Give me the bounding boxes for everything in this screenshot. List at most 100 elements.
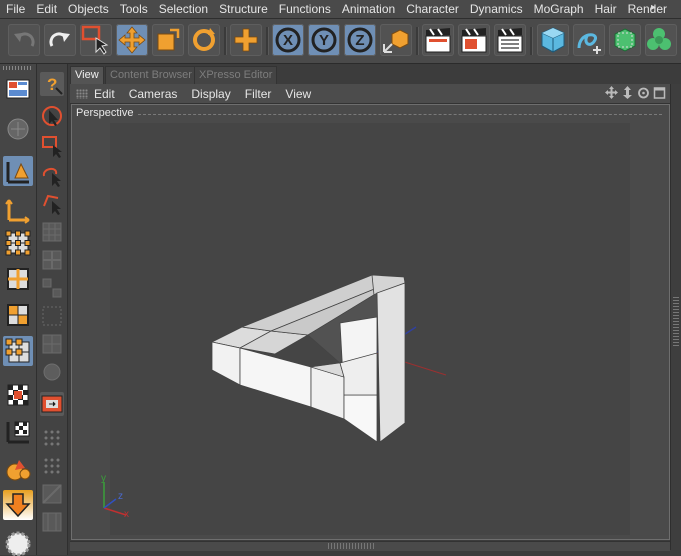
workplane-mode-icon: [6, 421, 30, 444]
workplane-mode-button[interactable]: [3, 416, 33, 446]
axis-gizmo: y z x: [101, 473, 129, 520]
menu-selection[interactable]: Selection: [153, 2, 213, 16]
rectangle-selection-button[interactable]: [40, 134, 64, 158]
menu-character[interactable]: Character: [400, 2, 464, 16]
menu-dynamics[interactable]: Dynamics: [464, 2, 528, 16]
menu-mograph[interactable]: MoGraph: [528, 2, 589, 16]
menu-overflow-arrow[interactable]: ▸: [645, 2, 661, 13]
penrose-triangle-object[interactable]: [210, 274, 406, 443]
tool-dots-button-2[interactable]: [40, 454, 64, 478]
uv-polygons-mode-icon: [5, 338, 30, 363]
split-tool-icon: [42, 250, 62, 270]
add-button[interactable]: [230, 24, 262, 56]
cube-primitive-button[interactable]: [537, 24, 569, 56]
array-button[interactable]: [645, 24, 677, 56]
model-mode-button[interactable]: [3, 156, 33, 186]
selection-arrow-button[interactable]: [40, 104, 64, 128]
x-axis-lock-button[interactable]: X: [272, 24, 304, 56]
tab-content-browser[interactable]: Content Browser: [105, 66, 197, 84]
redo-icon: [49, 32, 70, 47]
pan-icon: [605, 86, 618, 99]
viewport-menu-filter[interactable]: Filter: [245, 87, 272, 101]
vertical-scrollbar[interactable]: [670, 84, 681, 550]
viewport-menu-edit[interactable]: Edit: [94, 87, 115, 101]
menu-functions[interactable]: Functions: [273, 2, 336, 16]
undo-button[interactable]: [8, 24, 40, 56]
palette-grip: [3, 66, 33, 70]
menu-structure[interactable]: Structure: [213, 2, 273, 16]
perspective-viewport[interactable]: Perspective y z x: [71, 104, 670, 540]
tool-grid-button-3[interactable]: [40, 276, 64, 300]
z-axis-lock-button[interactable]: Z: [344, 24, 376, 56]
render-region-icon: [41, 395, 63, 413]
menu-tools[interactable]: Tools: [114, 2, 153, 16]
edges-mode-button[interactable]: [3, 264, 33, 294]
tool-grid-button-2[interactable]: [40, 248, 64, 272]
object-mode-button[interactable]: [3, 194, 33, 224]
tab-view[interactable]: View: [70, 66, 104, 84]
diagonal-grid-icon: [42, 484, 62, 504]
menu-file[interactable]: File: [0, 2, 30, 16]
pan-view-button[interactable]: [605, 85, 618, 100]
undo-icon: [14, 32, 35, 47]
help-button[interactable]: ?: [40, 72, 64, 96]
render-view-icon: [425, 28, 451, 53]
tool-grid-button-5[interactable]: [40, 332, 64, 356]
make-editable-button[interactable]: [3, 114, 33, 144]
scene-canvas: y z x: [101, 274, 447, 520]
main-toolbar: X Y Z: [0, 19, 681, 64]
scrollbar-thumb[interactable]: [673, 296, 679, 346]
render-settings-icon: [497, 28, 523, 53]
tool-diagonal-button[interactable]: [40, 482, 64, 506]
menu-edit[interactable]: Edit: [30, 2, 62, 16]
tab-xpresso-editor[interactable]: XPresso Editor: [194, 66, 278, 84]
viewport-menu-cameras[interactable]: Cameras: [129, 87, 178, 101]
texture-mode-button[interactable]: [3, 380, 33, 410]
drop-to-floor-button[interactable]: [3, 490, 33, 520]
sculpt-mode-button[interactable]: [3, 454, 33, 484]
points-mode-button[interactable]: [3, 228, 33, 258]
scrollbar-thumb[interactable]: [328, 543, 376, 549]
tool-hatch-button[interactable]: [40, 510, 64, 534]
coordinate-system-button[interactable]: [380, 24, 412, 56]
render-view-button[interactable]: [422, 24, 454, 56]
settings-gear-button[interactable]: [3, 526, 33, 556]
redo-button[interactable]: [44, 24, 76, 56]
rotate-view-button[interactable]: [637, 85, 650, 100]
polygons-mode-button[interactable]: [3, 300, 33, 330]
menu-hair[interactable]: Hair: [589, 2, 622, 16]
viewport-menu-view[interactable]: View: [285, 87, 311, 101]
menu-animation[interactable]: Animation: [336, 2, 400, 16]
layout-button[interactable]: [3, 74, 33, 104]
points-mode-icon: [5, 230, 31, 256]
render-picture-viewer-button[interactable]: [458, 24, 490, 56]
y-axis-label: Y: [319, 32, 329, 49]
tool-circle-button[interactable]: [40, 360, 64, 384]
live-selection-button[interactable]: [80, 24, 112, 56]
svg-text:?: ?: [47, 75, 57, 94]
tool-grid-button-4[interactable]: [40, 304, 64, 328]
x-axis-icon: X: [275, 27, 301, 53]
tool-grid-button-1[interactable]: [40, 220, 64, 244]
zoom-view-button[interactable]: [621, 85, 634, 100]
uv-polygons-mode-button[interactable]: [3, 336, 33, 366]
tool-palette: ?: [37, 64, 68, 555]
render-region-button[interactable]: [40, 392, 64, 416]
rotate-tool-button[interactable]: [188, 24, 220, 56]
lasso-selection-button[interactable]: [40, 164, 64, 188]
scale-tool-button[interactable]: [152, 24, 184, 56]
tool-dots-button-1[interactable]: [40, 426, 64, 450]
maximize-view-button[interactable]: [653, 85, 666, 100]
gear-icon: [5, 531, 31, 556]
menu-objects[interactable]: Objects: [62, 2, 114, 16]
viewport-menu-display[interactable]: Display: [191, 87, 230, 101]
nurbs-button[interactable]: [609, 24, 641, 56]
y-axis-lock-button[interactable]: Y: [308, 24, 340, 56]
dotted-grid-tool-icon: [42, 306, 62, 326]
viewport-horizontal-scrollbar[interactable]: [70, 541, 670, 551]
move-tool-button[interactable]: [116, 24, 148, 56]
spline-button[interactable]: [573, 24, 605, 56]
rectangle-selection-icon: [42, 136, 62, 158]
polygon-selection-button[interactable]: [40, 192, 64, 216]
render-settings-button[interactable]: [494, 24, 526, 56]
